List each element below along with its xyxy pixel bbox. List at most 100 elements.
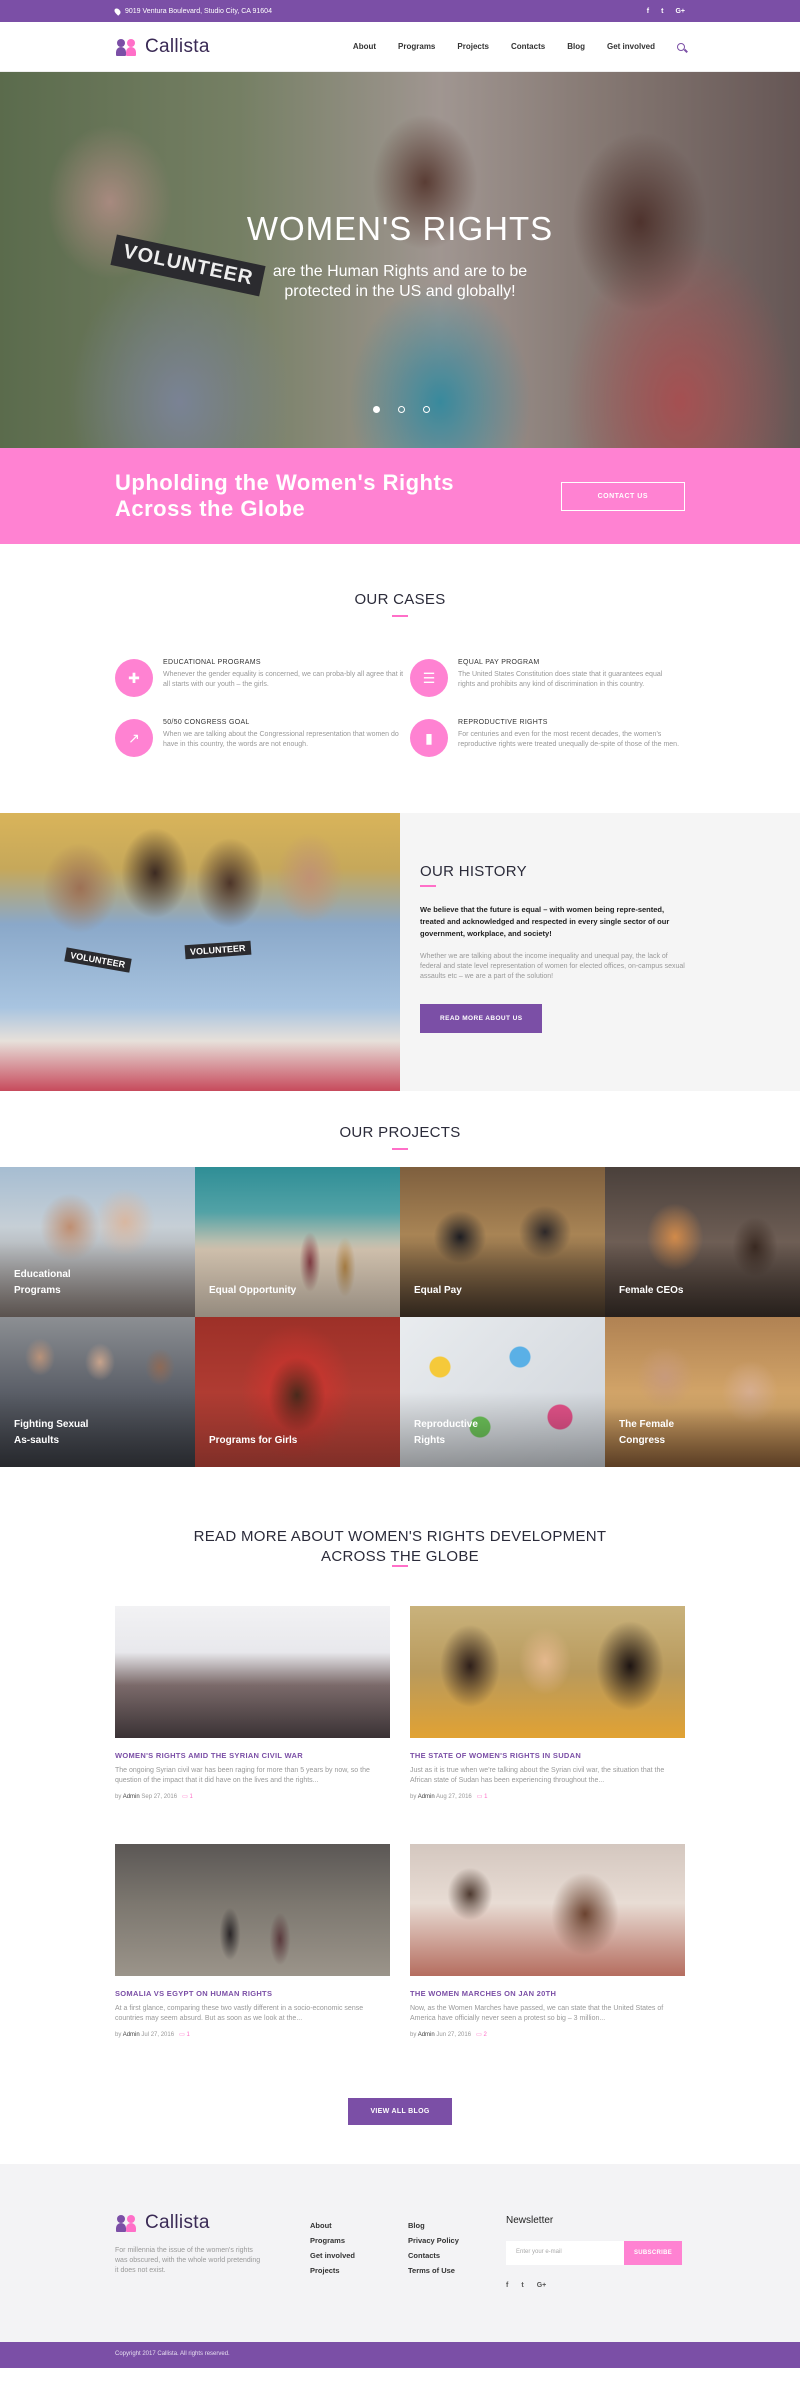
google-plus-icon[interactable]: G+ [675, 8, 685, 15]
case-item[interactable]: ☰ EQUAL PAY PROGRAM The United States Con… [410, 659, 680, 697]
post-date: Aug 27, 2016 [436, 1794, 472, 1800]
post-author[interactable]: Admin [123, 1794, 140, 1800]
brand-name: Callista [145, 35, 210, 57]
cases-title: OUR CASES [354, 591, 446, 608]
comment-icon: ▭ [182, 1794, 188, 1800]
hero-title: WOMEN'S RIGHTS [246, 210, 554, 247]
project-tile[interactable]: Reproductive Rights [400, 1317, 605, 1467]
project-tile[interactable]: Educational Programs [0, 1167, 195, 1317]
project-label: Fighting Sexual As-saults [14, 1419, 89, 1446]
project-label: Female CEOs [619, 1285, 684, 1296]
project-label: Programs for Girls [209, 1435, 298, 1446]
footer-about: Callista For millennia the issue of the … [115, 2212, 310, 2342]
case-title: 50/50 CONGRESS GOAL [163, 719, 250, 726]
footer-link[interactable]: Privacy Policy [408, 2233, 506, 2248]
footer-logo[interactable]: Callista [115, 2212, 310, 2234]
post-title[interactable]: WOMEN'S RIGHTS AMID THE SYRIAN CIVIL WAR [115, 1751, 390, 1760]
subscribe-form: Enter your e-mail SUBSCRIBE [506, 2241, 682, 2265]
post-comments[interactable]: 1 [484, 1794, 487, 1800]
location-pin-icon [113, 6, 122, 16]
post-comments[interactable]: 1 [186, 2032, 189, 2038]
project-label: The Female Congress [619, 1419, 675, 1446]
post-date: Jun 27, 2016 [436, 2032, 472, 2038]
post-image[interactable] [410, 1844, 685, 1976]
post-author[interactable]: Admin [123, 2032, 140, 2038]
search-icon[interactable] [677, 42, 685, 51]
post-excerpt: The ongoing Syrian civil war has been ra… [115, 1767, 370, 1784]
project-label: Educational Programs [14, 1269, 71, 1296]
contact-us-button[interactable]: CONTACT US [560, 481, 685, 511]
puzzle-icon: ✚ [115, 659, 153, 697]
post-image[interactable] [115, 1606, 390, 1738]
nav-projects[interactable]: Projects [457, 42, 489, 51]
slider-dot-1[interactable] [373, 406, 380, 413]
post-title[interactable]: THE STATE OF WOMEN'S RIGHTS IN SUDAN [410, 1751, 685, 1760]
nav-contacts[interactable]: Contacts [511, 42, 545, 51]
slider-dot-2[interactable] [398, 406, 405, 413]
post-excerpt: Just as it is true when we're talking ab… [410, 1767, 665, 1784]
site-footer: Callista For millennia the issue of the … [0, 2164, 800, 2342]
footer-link[interactable]: Terms of Use [408, 2263, 506, 2278]
project-tile[interactable]: Equal Pay [400, 1167, 605, 1317]
list-icon: ☰ [410, 659, 448, 697]
nav-get-involved[interactable]: Get involved [607, 42, 655, 51]
main-nav: About Programs Projects Contacts Blog Ge… [353, 42, 685, 51]
post-comments[interactable]: 1 [189, 1794, 192, 1800]
footer-about-text: For millennia the issue of the women's r… [115, 2247, 261, 2274]
case-item[interactable]: ▮ REPRODUCTIVE RIGHTS For centuries and e… [410, 719, 680, 757]
post-image[interactable] [410, 1606, 685, 1738]
post-author[interactable]: Admin [418, 2032, 435, 2038]
case-title: EQUAL PAY PROGRAM [458, 659, 540, 666]
post-title[interactable]: SOMALIA VS EGYPT ON HUMAN RIGHTS [115, 1989, 390, 1998]
post-image[interactable] [115, 1844, 390, 1976]
project-tile[interactable]: Fighting Sexual As-saults [0, 1317, 195, 1467]
twitter-icon[interactable]: t [661, 8, 663, 15]
copyright-text: Copyright 2017 Callista. All rights rese… [115, 2351, 230, 2357]
address: 9019 Ventura Boulevard, Studio City, CA … [113, 6, 272, 16]
cta-band: Upholding the Women's Rights Across the … [0, 448, 800, 544]
nav-blog[interactable]: Blog [567, 42, 585, 51]
projects-grid: Educational Programs Equal Opportunity E… [0, 1167, 800, 1467]
post-excerpt: At a first glance, comparing these two v… [115, 2005, 364, 2022]
slider-dot-3[interactable] [423, 406, 430, 413]
case-text: For centuries and even for the most rece… [458, 731, 680, 748]
case-item[interactable]: ↗ 50/50 CONGRESS GOAL When we are talking… [115, 719, 410, 757]
project-tile[interactable]: The Female Congress [605, 1317, 800, 1467]
subscribe-button[interactable]: SUBSCRIBE [624, 2241, 682, 2265]
footer-link[interactable]: Blog [408, 2218, 506, 2233]
google-plus-icon[interactable]: G+ [537, 2282, 547, 2289]
footer-link[interactable]: Contacts [408, 2248, 506, 2263]
footer-link[interactable]: Get involved [310, 2248, 408, 2263]
project-tile[interactable]: Equal Opportunity [195, 1167, 400, 1317]
email-input[interactable]: Enter your e-mail [506, 2241, 624, 2265]
view-all-blog-button[interactable]: VIEW ALL BLOG [348, 2098, 452, 2125]
cta-headline: Upholding the Women's Rights Across the … [115, 470, 455, 521]
post-author[interactable]: Admin [418, 1794, 435, 1800]
footer-link[interactable]: About [310, 2218, 408, 2233]
post-comments[interactable]: 2 [483, 2032, 486, 2038]
comment-icon: ▭ [476, 1794, 483, 1800]
footer-link[interactable]: Programs [310, 2233, 408, 2248]
facebook-icon[interactable]: f [506, 2282, 508, 2289]
nav-about[interactable]: About [353, 42, 376, 51]
footer-links-2: Blog Privacy Policy Contacts Terms of Us… [408, 2212, 506, 2342]
post-meta: by Admin Jun 27, 2016 ▭ 2 [410, 2032, 487, 2038]
site-header: Callista About Programs Projects Contact… [0, 22, 800, 72]
top-bar: 9019 Ventura Boulevard, Studio City, CA … [0, 0, 800, 22]
post-title[interactable]: THE WOMEN MARCHES ON JAN 20TH [410, 1989, 685, 1998]
nav-programs[interactable]: Programs [398, 42, 435, 51]
trend-icon: ↗ [115, 719, 153, 757]
twitter-icon[interactable]: t [521, 2282, 523, 2289]
footer-links-1: About Programs Get involved Projects [310, 2212, 408, 2342]
read-more-about-us-button[interactable]: READ MORE ABOUT US [420, 1004, 543, 1033]
project-tile[interactable]: Programs for Girls [195, 1317, 400, 1467]
blog-title-line-2: ACROSS THE GLOBE [321, 1548, 479, 1565]
facebook-icon[interactable]: f [647, 8, 649, 15]
history-title: OUR HISTORY [420, 863, 527, 880]
case-item[interactable]: ✚ EDUCATIONAL PROGRAMS Whenever the gende… [115, 659, 410, 697]
project-tile[interactable]: Female CEOs [605, 1167, 800, 1317]
comment-icon: ▭ [476, 2032, 482, 2038]
footer-link[interactable]: Projects [310, 2263, 408, 2278]
project-label: Equal Opportunity [209, 1285, 297, 1296]
logo[interactable]: Callista [115, 36, 210, 58]
